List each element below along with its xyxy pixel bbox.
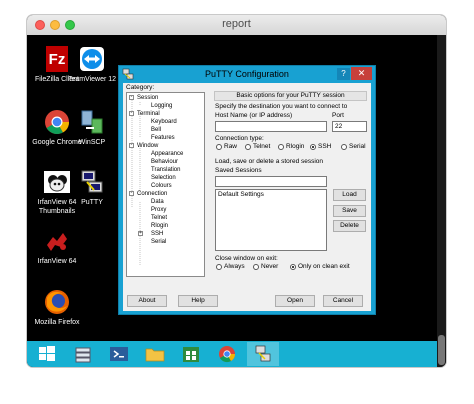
radio-ssh-label: SSH: [318, 143, 332, 150]
desktop-icon-teamviewer[interactable]: TeamViewer 12: [62, 45, 122, 84]
window-titlebar: report: [27, 15, 446, 36]
windows-start-icon[interactable]: [31, 342, 63, 366]
category-label: Category:: [126, 84, 155, 91]
window-title: report: [222, 18, 251, 30]
radio-clean-exit[interactable]: [290, 264, 296, 270]
port-label: Port: [332, 112, 344, 119]
putty-icon: [78, 168, 106, 196]
destination-label: Specify the destination you want to conn…: [215, 103, 348, 110]
tree-item-features[interactable]: Features: [151, 134, 175, 142]
teamviewer-icon: [78, 45, 106, 73]
conn-type-label: Connection type:: [215, 135, 264, 142]
sessions-list[interactable]: Default Settings: [215, 189, 327, 251]
winscp-icon: [78, 108, 106, 136]
radio-telnet[interactable]: [245, 144, 251, 150]
category-tree: - Session Logging - Terminal Keyboard Be…: [126, 92, 205, 277]
tree-item-logging[interactable]: Logging: [151, 102, 172, 110]
scrollbar-thumb[interactable]: [438, 335, 445, 365]
tree-item-terminal[interactable]: Terminal: [137, 110, 160, 118]
host-label: Host Name (or IP address): [215, 112, 293, 119]
host-input[interactable]: [215, 121, 327, 132]
irfanview-icon: [43, 227, 71, 255]
radio-clean-exit-label: Only on clean exit: [298, 263, 350, 270]
file-explorer-icon[interactable]: [139, 342, 171, 366]
tree-item-ssh[interactable]: SSH: [151, 230, 163, 238]
radio-always[interactable]: [216, 264, 222, 270]
section-header: Basic options for your PuTTY session: [214, 91, 367, 101]
tree-item-colours[interactable]: Colours: [151, 182, 172, 190]
radio-ssh[interactable]: [310, 144, 316, 150]
desktop-icon-irfanview[interactable]: IrfanView 64: [27, 227, 87, 266]
desktop-icon-label: WinSCP: [78, 139, 106, 146]
desktop-icon-putty[interactable]: PuTTY: [62, 168, 122, 207]
tree-item-telnet[interactable]: Telnet: [151, 214, 167, 222]
taskbar: [27, 341, 437, 367]
desktop-icon-label: PuTTY: [81, 199, 103, 206]
open-button[interactable]: Open: [275, 295, 315, 307]
port-input[interactable]: 22: [332, 121, 367, 132]
dialog-titlebar[interactable]: PuTTY Configuration ? ✕: [119, 66, 375, 82]
radio-rlogin[interactable]: [278, 144, 284, 150]
tree-item-keyboard[interactable]: Keyboard: [151, 118, 177, 126]
radio-rlogin-label: Rlogin: [286, 143, 305, 150]
tree-item-appearance[interactable]: Appearance: [151, 150, 183, 158]
tree-expander[interactable]: -: [129, 143, 134, 148]
radio-never-label: Never: [261, 263, 279, 270]
close-exit-label: Close window on exit:: [215, 255, 278, 262]
radio-serial-label: Serial: [349, 143, 366, 150]
tree-item-proxy[interactable]: Proxy: [151, 206, 166, 214]
close-dialog-button[interactable]: ✕: [351, 67, 372, 80]
desktop-icon-winscp[interactable]: WinSCP: [62, 108, 122, 147]
desktop-icon-label: IrfanView 64: [37, 258, 77, 265]
firefox-icon: [43, 288, 71, 316]
tree-expander[interactable]: -: [129, 111, 134, 116]
load-button[interactable]: Load: [333, 189, 366, 201]
dialog-client: Category: - Session Logging - Terminal K…: [123, 83, 371, 311]
tree-item-data[interactable]: Data: [151, 198, 164, 206]
desktop-icon-firefox[interactable]: Mozilla Firefox: [27, 288, 87, 327]
tree-item-session[interactable]: Session: [137, 94, 158, 102]
saved-sessions-label: Saved Sessions: [215, 167, 262, 174]
delete-button[interactable]: Delete: [333, 220, 366, 232]
list-item[interactable]: Default Settings: [218, 191, 264, 199]
help-title-button[interactable]: ?: [337, 68, 350, 80]
powershell-icon[interactable]: [103, 342, 135, 366]
radio-serial[interactable]: [341, 144, 347, 150]
tree-item-bell[interactable]: Bell: [151, 126, 161, 134]
tree-expander[interactable]: -: [129, 191, 134, 196]
tree-item-connection[interactable]: Connection: [137, 190, 167, 198]
store-icon[interactable]: [175, 342, 207, 366]
load-save-label: Load, save or delete a stored session: [215, 158, 324, 165]
putty-icon[interactable]: [247, 342, 279, 366]
radio-never[interactable]: [253, 264, 259, 270]
chrome-icon[interactable]: [211, 342, 243, 366]
radio-raw[interactable]: [216, 144, 222, 150]
radio-raw-label: Raw: [224, 143, 238, 150]
server-manager-icon[interactable]: [67, 342, 99, 366]
vertical-scrollbar[interactable]: [437, 35, 446, 367]
radio-telnet-label: Telnet: [253, 143, 271, 150]
tree-item-rlogin[interactable]: Rlogin: [151, 222, 168, 230]
app-window: report Fz FileZilla Client TeamViewer 12…: [27, 15, 446, 367]
saved-sessions-input[interactable]: [215, 176, 327, 187]
tree-item-window[interactable]: Window: [137, 142, 158, 150]
help-button[interactable]: Help: [178, 295, 218, 307]
desktop-icon-label: TeamViewer 12: [67, 76, 117, 83]
radio-always-label: Always: [224, 263, 245, 270]
tree-item-behaviour[interactable]: Behaviour: [151, 158, 178, 166]
cancel-button[interactable]: Cancel: [323, 295, 363, 307]
tree-expander[interactable]: -: [129, 95, 134, 100]
tree-item-serial[interactable]: Serial: [151, 238, 166, 246]
tree-item-translation[interactable]: Translation: [151, 166, 180, 174]
tree-expander[interactable]: +: [138, 231, 143, 236]
remote-desktop: Fz FileZilla Client TeamViewer 12 Google…: [27, 35, 437, 341]
putty-config-dialog: PuTTY Configuration ? ✕ Category: - Sess…: [118, 65, 376, 315]
desktop-icon-label: Mozilla Firefox: [34, 319, 80, 326]
about-button[interactable]: About: [127, 295, 167, 307]
save-button[interactable]: Save: [333, 205, 366, 217]
tree-item-selection[interactable]: Selection: [151, 174, 176, 182]
